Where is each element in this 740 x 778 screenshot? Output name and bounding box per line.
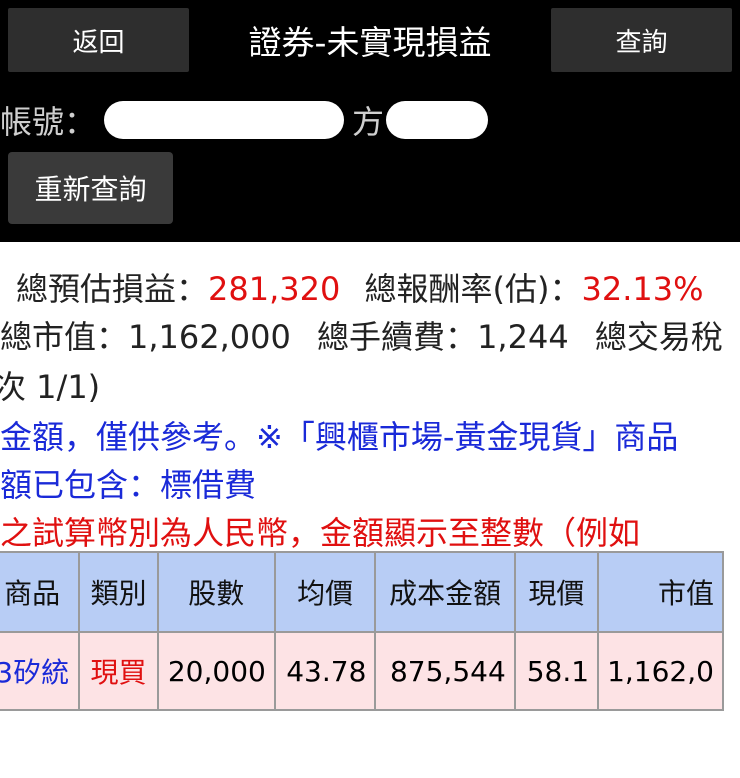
table-header-row: 商品 類別 股數 均價 成本金額 現價 市值 bbox=[0, 551, 724, 633]
requery-button[interactable]: 重新查詢 bbox=[8, 152, 173, 224]
note-line-1: 金額，僅供參考。※「興櫃市場-黃金現貨」商品 bbox=[0, 418, 679, 456]
summary-line-2: 總市值：1,162,000 總手續費：1,244 總交易稅 bbox=[0, 312, 723, 358]
top-bar: 返回 證券-未實現損益 查詢 帳號： 方 重新查詢 bbox=[0, 0, 740, 242]
total-est-pl-label: 總預估損益： bbox=[16, 270, 209, 308]
cell-avg-price: 43.78 bbox=[273, 631, 377, 711]
page-title: 證券-未實現損益 bbox=[248, 23, 492, 62]
total-est-pl-value: 281,320 bbox=[208, 270, 341, 308]
cell-product-link[interactable]: 3矽統 bbox=[0, 631, 81, 711]
redacted-name-mask bbox=[386, 101, 489, 139]
total-fee-value: 1,244 bbox=[477, 318, 569, 356]
note-line-2: 額已包含：標借費 bbox=[0, 466, 257, 504]
summary-line-1: 總預估損益：281,320 總報酬率(估)：32.13% bbox=[16, 264, 704, 310]
cell-current-price: 58.1 bbox=[513, 631, 600, 711]
cell-market-value: 1,162,0 bbox=[597, 631, 724, 711]
query-button[interactable]: 查詢 bbox=[551, 8, 732, 72]
cell-cost: 875,544 bbox=[374, 631, 516, 711]
back-button[interactable]: 返回 bbox=[8, 8, 189, 72]
col-header-shares: 股數 bbox=[156, 551, 276, 633]
cell-type: 現買 bbox=[78, 631, 159, 711]
col-header-type: 類別 bbox=[78, 551, 159, 633]
holdings-table: 商品 類別 股數 均價 成本金額 現價 市值 3矽統 現買 20,000 43.… bbox=[0, 551, 724, 711]
total-market-value-label: 總市值： bbox=[0, 318, 129, 356]
account-label: 帳號： bbox=[0, 103, 97, 141]
total-return-value: 32.13% bbox=[581, 270, 704, 308]
col-header-product: 商品 bbox=[0, 551, 81, 633]
col-header-avg-price: 均價 bbox=[273, 551, 377, 633]
total-return-label: 總報酬率(估)： bbox=[364, 270, 582, 308]
note-line-3: 之試算幣別為人民幣，金額顯示至整數（例如 bbox=[0, 514, 641, 552]
cell-shares: 20,000 bbox=[156, 631, 276, 711]
redacted-account-mask bbox=[104, 101, 345, 139]
total-market-value: 1,162,000 bbox=[128, 318, 291, 356]
page-info: 次 1/1) bbox=[0, 368, 101, 406]
account-partial-label: 方 bbox=[352, 103, 385, 141]
total-fee-label: 總手續費： bbox=[317, 318, 478, 356]
account-row: 帳號： 方 bbox=[0, 92, 489, 148]
total-tax-label: 總交易稅 bbox=[594, 318, 723, 356]
col-header-cost: 成本金額 bbox=[374, 551, 516, 633]
table-row[interactable]: 3矽統 現買 20,000 43.78 875,544 58.1 1,162,0 bbox=[0, 631, 724, 711]
col-header-market-value: 市值 bbox=[597, 551, 724, 633]
col-header-current-price: 現價 bbox=[513, 551, 600, 633]
